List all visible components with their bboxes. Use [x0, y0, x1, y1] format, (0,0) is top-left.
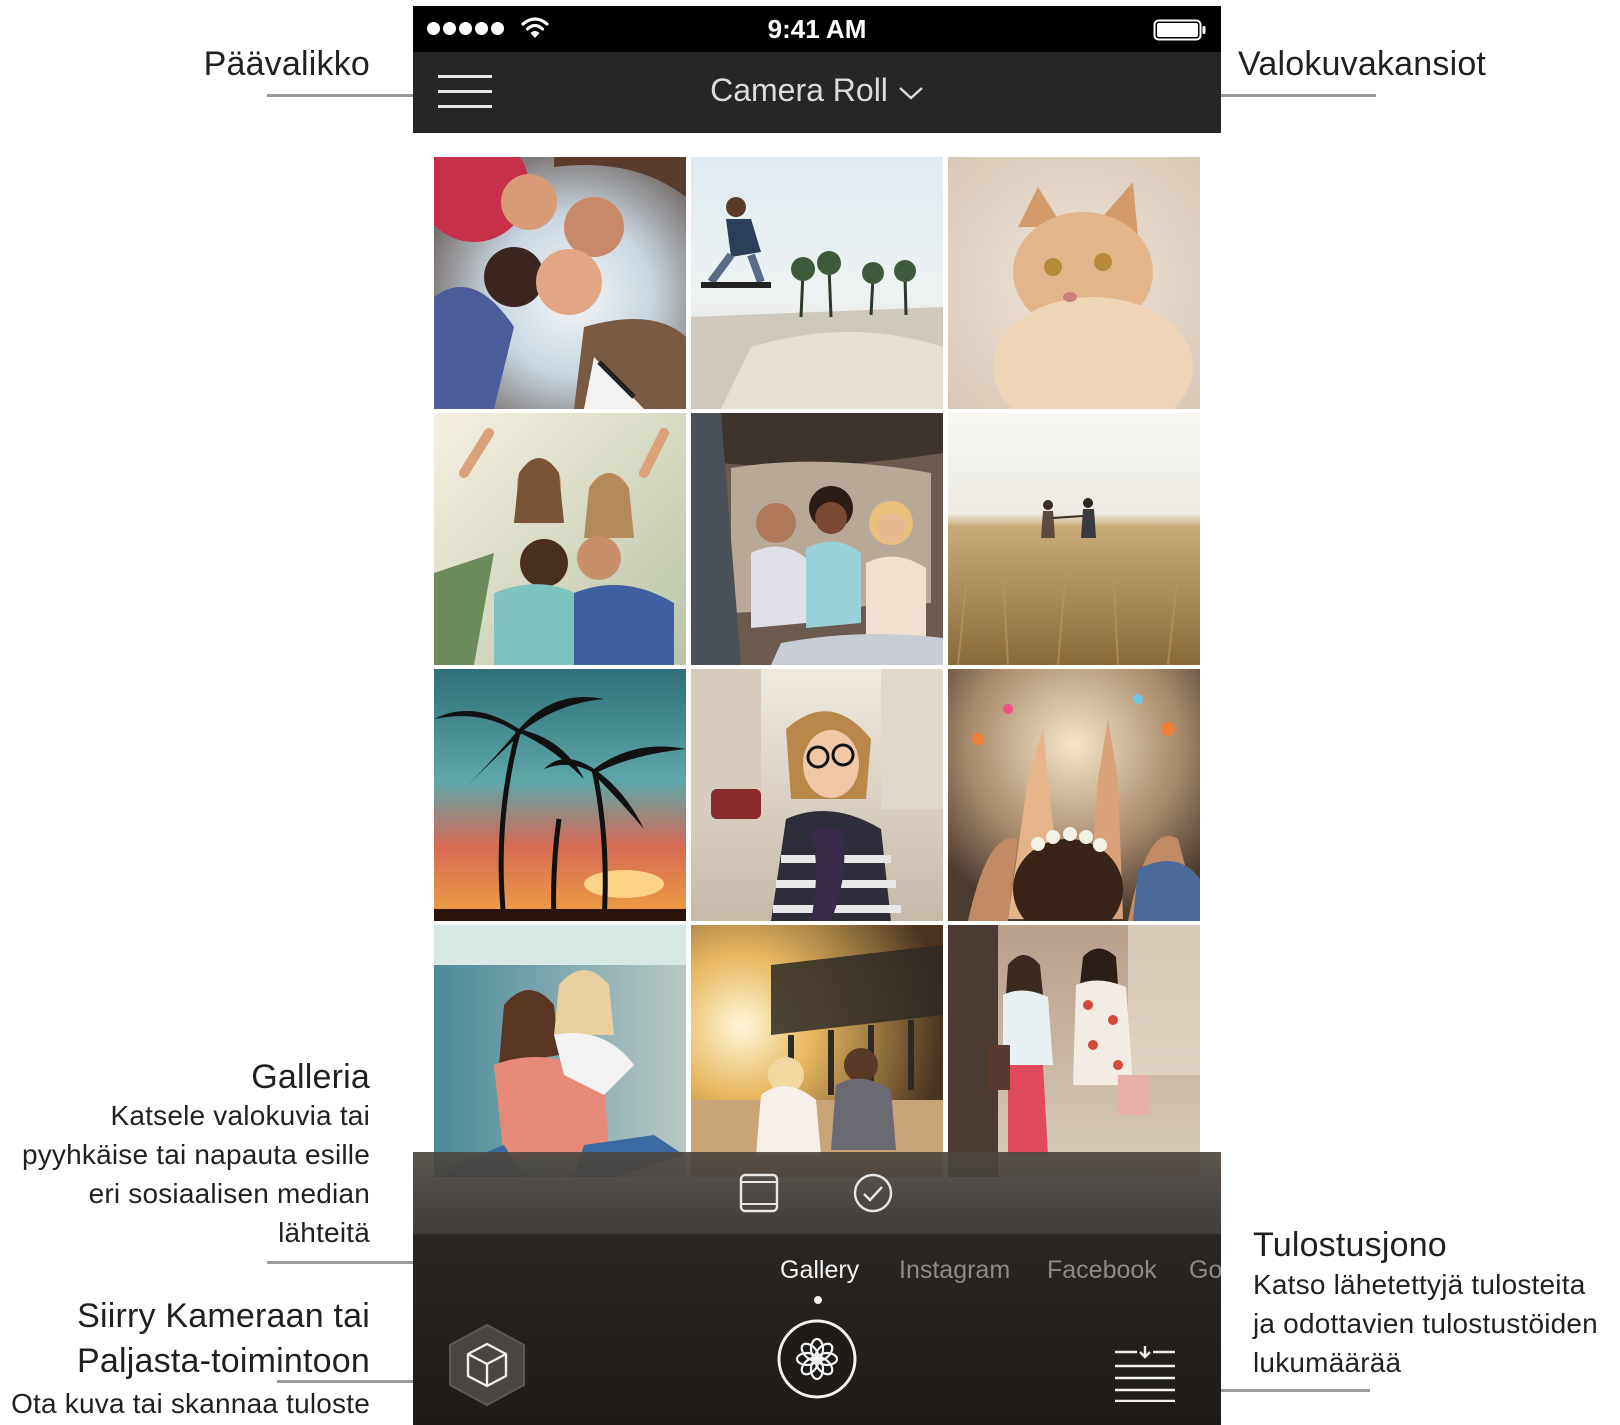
tab-gallery[interactable]: Gallery — [780, 1256, 859, 1285]
camera-annotation: Siirry Kameraan tai Paljasta-toimintoon … — [0, 1294, 370, 1423]
photo-thumbnail[interactable] — [434, 413, 686, 665]
bottom-action-bar — [413, 1314, 1221, 1425]
source-tabs: Gallery Instagram Facebook Goo — [413, 1234, 1221, 1314]
gallery-title: Galleria — [251, 1058, 370, 1096]
photo-thumbnail[interactable] — [948, 669, 1200, 921]
photo-thumbnail[interactable] — [691, 925, 943, 1177]
tab-google[interactable]: Goo — [1189, 1256, 1221, 1285]
print-queue-line-2: ja odottavien tulostustöiden — [1253, 1308, 1598, 1339]
sprocket-flower-icon[interactable] — [776, 1318, 858, 1400]
photo-thumbnail[interactable] — [948, 413, 1200, 665]
print-queue-title: Tulostusjono — [1253, 1226, 1447, 1264]
photo-thumbnail[interactable] — [691, 157, 943, 409]
tab-facebook[interactable]: Facebook — [1047, 1256, 1157, 1285]
nav-bar: Camera Roll — [413, 52, 1221, 133]
camera-line-2: Paljasta-toimintoon — [77, 1342, 370, 1380]
photo-grid — [434, 157, 1200, 1177]
print-queue-line-3: lukumäärää — [1253, 1347, 1402, 1378]
gallery-toolbar — [413, 1152, 1221, 1234]
chevron-down-icon — [899, 86, 923, 100]
photo-folders-label: Valokuvakansiot — [1238, 45, 1487, 83]
main-menu-leader — [267, 94, 425, 97]
photo-frame-icon[interactable] — [739, 1173, 779, 1213]
phone-screen: 9:41 AM Camera Roll Gallery Instagram Fa… — [413, 6, 1221, 1425]
gallery-line-2: pyyhkäise tai napauta esille — [21, 1139, 370, 1170]
photo-folder-selector[interactable]: Camera Roll — [413, 72, 1221, 109]
photo-thumbnail[interactable] — [434, 925, 686, 1177]
camera-leader — [277, 1380, 435, 1383]
camera-line-1: Siirry Kameraan tai — [77, 1297, 370, 1335]
photo-thumbnail[interactable] — [948, 157, 1200, 409]
gallery-line-4: lähteitä — [278, 1217, 370, 1248]
tab-instagram[interactable]: Instagram — [899, 1256, 1010, 1285]
check-circle-icon[interactable] — [853, 1173, 893, 1213]
folder-label: Camera Roll — [710, 72, 888, 108]
photo-thumbnail[interactable] — [691, 413, 943, 665]
photo-thumbnail[interactable] — [691, 669, 943, 921]
gallery-line-1: Katsele valokuvia tai — [110, 1100, 370, 1131]
print-queue-leader — [1195, 1389, 1370, 1392]
gallery-annotation: Galleria Katsele valokuvia tai pyyhkäise… — [10, 1057, 370, 1252]
status-time: 9:41 AM — [767, 14, 867, 44]
active-tab-indicator — [814, 1296, 822, 1304]
print-queue-line-1: Katso lähetettyjä tulosteita — [1253, 1269, 1586, 1300]
gallery-line-3: eri sosiaalisen median — [88, 1178, 370, 1209]
camera-cube-icon[interactable] — [445, 1322, 529, 1408]
battery-icon — [1153, 19, 1206, 41]
photo-thumbnail[interactable] — [434, 669, 686, 921]
photo-thumbnail[interactable] — [434, 157, 686, 409]
photo-thumbnail[interactable] — [948, 925, 1200, 1177]
print-queue-annotation: Tulostusjono Katso lähetettyjä tulosteit… — [1253, 1225, 1618, 1382]
print-queue-icon[interactable] — [1113, 1346, 1177, 1402]
status-bar: 9:41 AM — [413, 6, 1221, 52]
main-menu-label: Päävalikko — [203, 45, 370, 83]
camera-body: Ota kuva tai skannaa tuloste — [11, 1388, 370, 1419]
